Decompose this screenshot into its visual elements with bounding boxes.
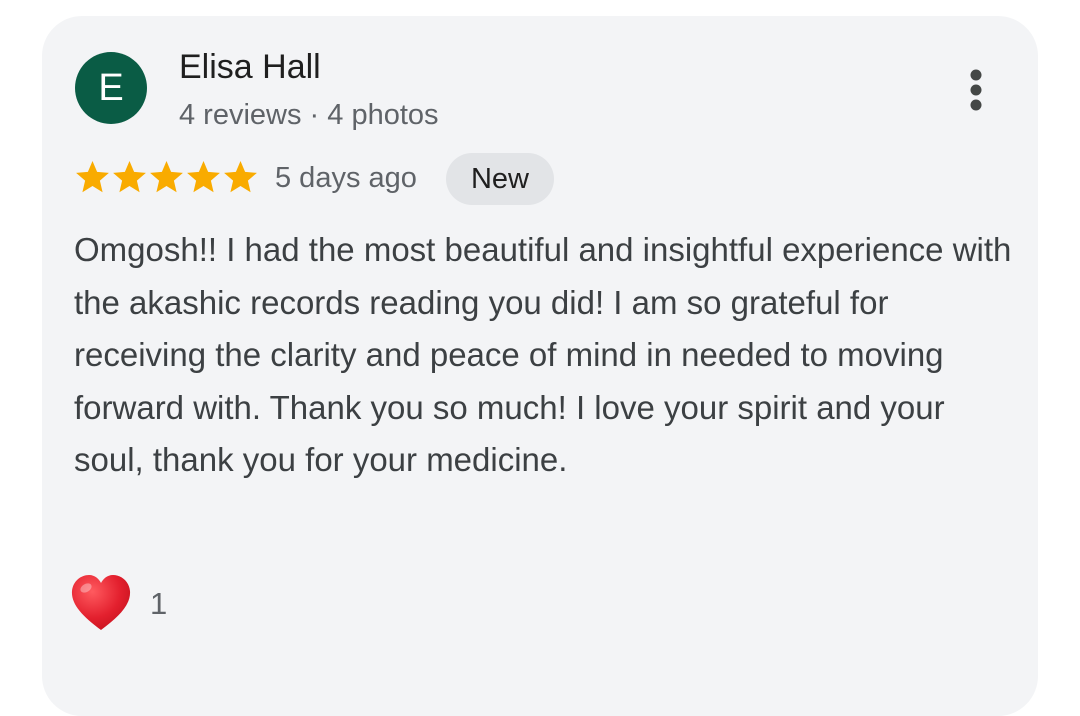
star-rating — [74, 159, 259, 195]
reaction-button[interactable] — [70, 574, 132, 632]
new-badge: New — [446, 153, 554, 205]
heart-emoji-icon — [71, 575, 131, 630]
star-icon — [224, 161, 257, 193]
more-vertical-icon — [970, 69, 982, 111]
more-options-button[interactable] — [948, 62, 1004, 118]
star-icon — [150, 161, 183, 193]
reaction-count: 1 — [150, 586, 168, 621]
star-icon — [187, 161, 220, 193]
review-text: Omgosh!! I had the most beautiful and in… — [74, 231, 1012, 479]
reviewer-name[interactable]: Elisa Hall — [179, 46, 321, 88]
reviewer-meta: 4 reviews · 4 photos — [179, 99, 439, 131]
star-icon — [76, 161, 109, 193]
review-date: 5 days ago — [275, 162, 417, 194]
star-icon — [113, 161, 146, 193]
avatar[interactable]: E — [75, 52, 147, 124]
